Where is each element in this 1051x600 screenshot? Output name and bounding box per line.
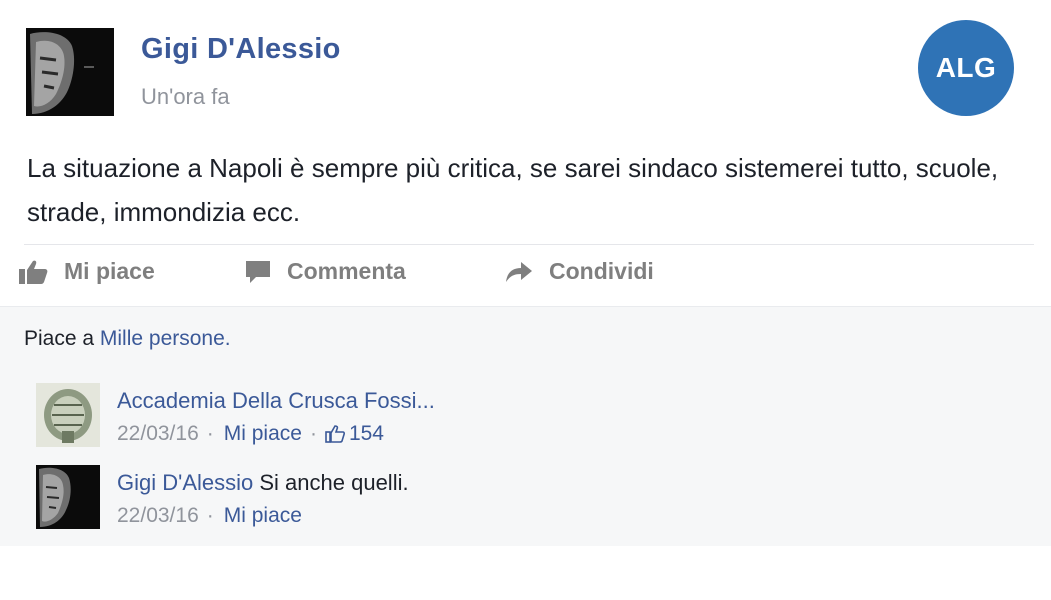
comment-like-link[interactable]: Mi piace <box>224 419 302 449</box>
action-divider <box>24 244 1034 245</box>
comment-meta: 22/03/16 · Mi piace · 154 <box>117 419 1017 449</box>
likes-summary-prefix: Piace a <box>24 327 95 350</box>
comment-meta: 22/03/16 · Mi piace <box>117 501 1017 531</box>
likes-summary: Piace a Mille persone. <box>24 327 231 351</box>
post-body-text: La situazione a Napoli è sempre più crit… <box>27 153 999 227</box>
share-button-label: Condividi <box>549 258 654 284</box>
comment-like-count-value: 154 <box>348 422 384 445</box>
comment-date[interactable]: 22/03/16 <box>117 419 199 449</box>
comment-text: Si anche quelli. <box>259 470 409 495</box>
thumbs-up-icon <box>19 260 48 284</box>
author-avatar-image <box>26 28 114 116</box>
share-button[interactable]: Condividi <box>505 258 654 285</box>
comment-like-count[interactable]: 154 <box>325 419 384 449</box>
meta-separator: · <box>309 422 317 445</box>
comment-author[interactable]: Accademia Della Crusca Fossi... <box>117 388 435 413</box>
post-header: Gigi D'Alessio Un'ora fa ALG <box>0 0 1051 130</box>
comment-body: Accademia Della Crusca Fossi... 22/03/16… <box>117 387 1017 449</box>
crusca-avatar-image <box>36 383 100 447</box>
meta-separator: · <box>206 504 214 527</box>
comments-section: Piace a Mille persone. Accademia Della C… <box>0 306 1051 546</box>
meta-separator: · <box>206 422 214 445</box>
likes-summary-link[interactable]: Mille persone. <box>100 327 231 350</box>
comment-like-link[interactable]: Mi piace <box>224 501 302 531</box>
commenter-avatar[interactable] <box>36 465 100 529</box>
post-timestamp[interactable]: Un'ora fa <box>141 84 230 110</box>
post-actions-bar: Mi piace Commenta Condividi <box>0 252 1051 298</box>
comment-button-label: Commenta <box>287 258 406 284</box>
comment-body: Gigi D'Alessio Si anche quelli. 22/03/16… <box>117 469 1017 531</box>
alg-badge: ALG <box>918 20 1014 116</box>
small-thumbs-up-icon <box>325 425 345 443</box>
comment-author[interactable]: Gigi D'Alessio <box>117 470 253 495</box>
gigi-avatar-image <box>36 465 100 529</box>
post-author-name[interactable]: Gigi D'Alessio <box>141 33 341 66</box>
facebook-post: Gigi D'Alessio Un'ora fa ALG La situazio… <box>0 0 1051 546</box>
share-arrow-icon <box>506 261 532 282</box>
comment-item: Accademia Della Crusca Fossi... 22/03/16… <box>0 383 1051 455</box>
like-button-label: Mi piace <box>64 258 155 284</box>
comment-item: Gigi D'Alessio Si anche quelli. 22/03/16… <box>0 465 1051 537</box>
comment-icon <box>246 260 270 283</box>
like-button[interactable]: Mi piace <box>18 258 155 285</box>
commenter-avatar[interactable] <box>36 383 100 447</box>
comment-date[interactable]: 22/03/16 <box>117 501 199 531</box>
author-avatar[interactable] <box>26 28 114 116</box>
comment-button[interactable]: Commenta <box>245 258 406 285</box>
